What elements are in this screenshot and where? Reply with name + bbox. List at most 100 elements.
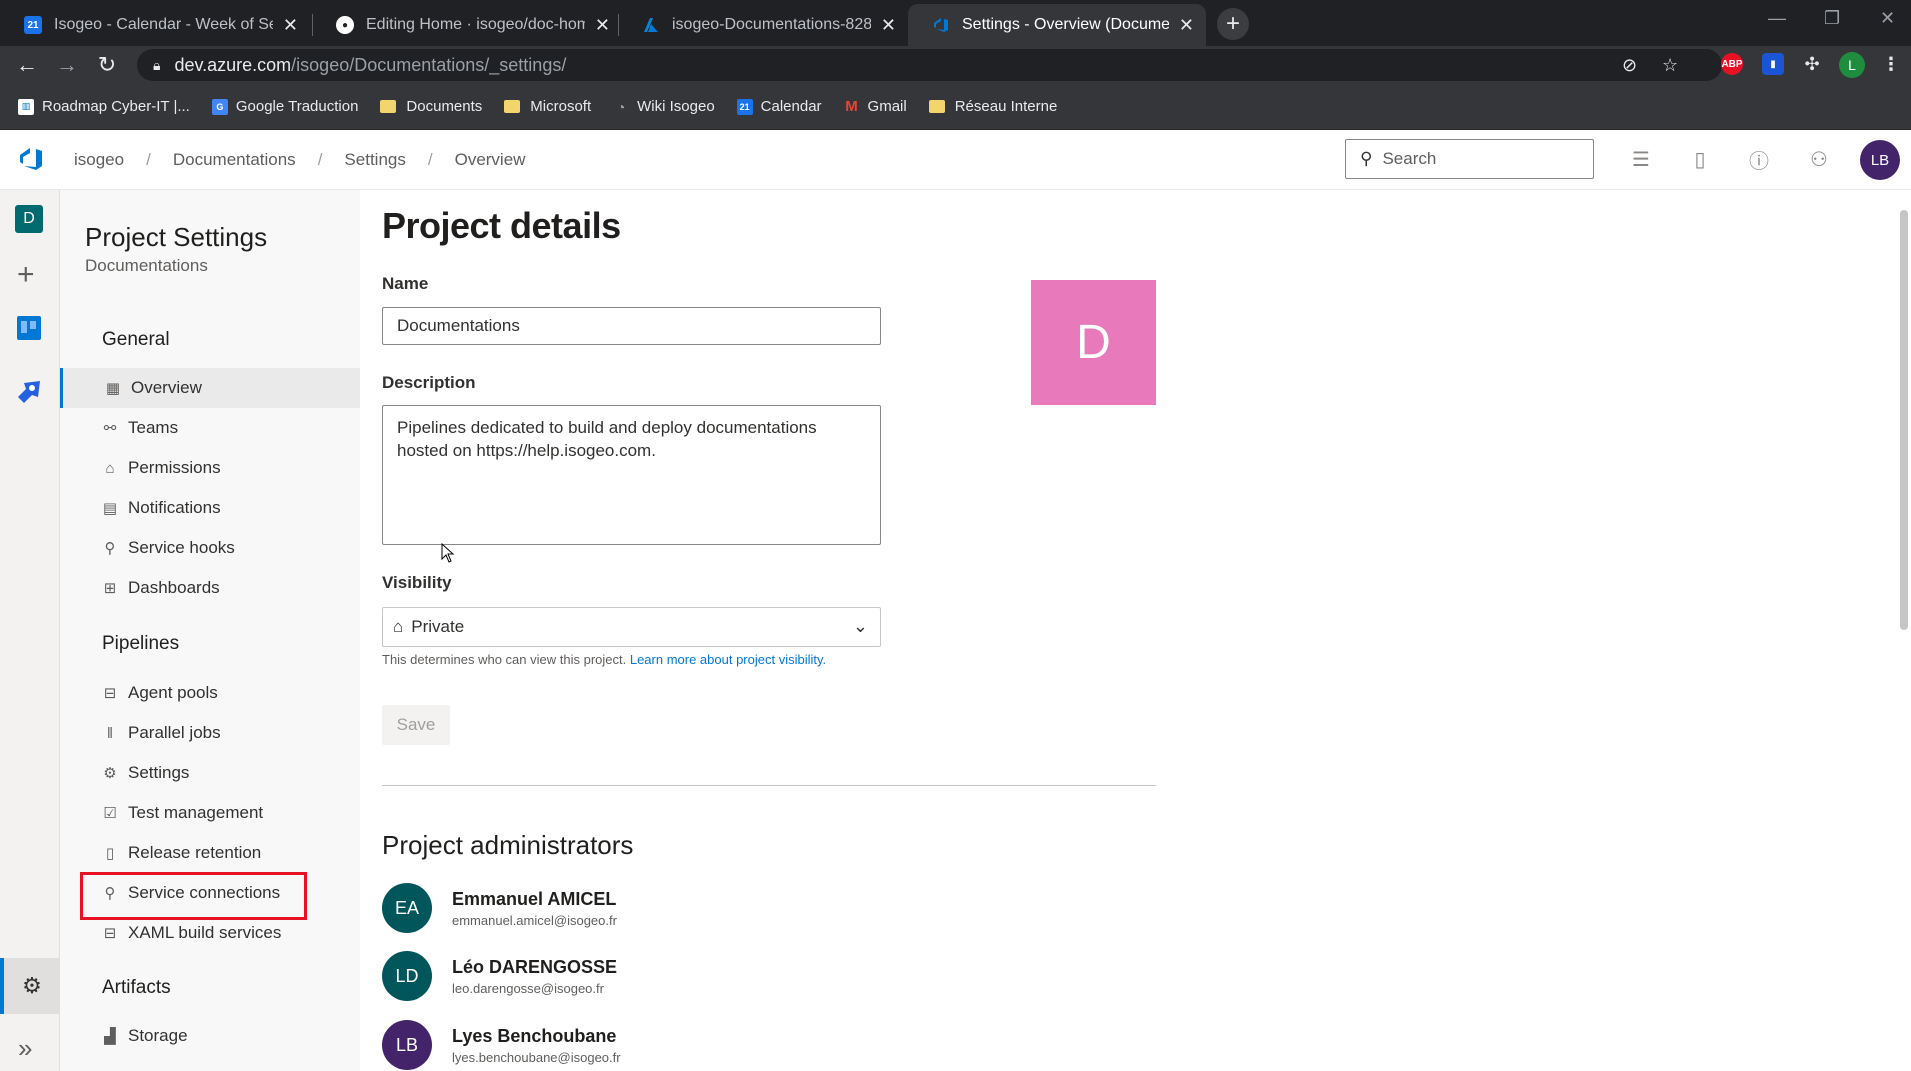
bookmark[interactable]: ◔ Wiki Isogeo [613,98,715,115]
nav-item-permissions[interactable]: ⌂ Permissions [102,448,360,488]
nav-item-agent-pools[interactable]: ⊟ Agent pools [102,673,360,713]
breadcrumb-project[interactable]: Documentations [173,150,296,170]
nav-item-test-management[interactable]: ☑ Test management [102,793,360,833]
extensions-icon[interactable]: ✣ [1801,53,1823,75]
reload-icon[interactable]: ↻ [92,50,122,80]
close-icon[interactable]: ✕ [595,15,610,36]
description-label: Description [382,373,476,392]
build-services-icon: ⊟ [103,925,117,942]
mouse-cursor-icon [441,543,455,563]
user-avatar[interactable]: LB [1860,140,1900,180]
help-icon[interactable]: ⓘ [1746,146,1772,173]
settings-nav: Project Settings Documentations General … [60,190,360,1071]
star-icon[interactable]: ☆ [1662,49,1678,81]
adblock-icon[interactable]: ABP [1721,53,1743,75]
expand-icon[interactable]: » [18,1033,32,1064]
bitwarden-icon[interactable]: ▮ [1762,53,1784,75]
forward-icon[interactable]: → [52,50,82,80]
project-avatar[interactable]: D [15,205,43,233]
browser-tab[interactable]: 21 Isogeo - Calendar - Week of Sep ✕ [0,4,310,46]
new-tab-button[interactable]: + [1217,8,1249,40]
bookmark[interactable]: ▥ Roadmap Cyber-IT |... [18,98,190,115]
lock-icon[interactable]: 🔒︎ [153,57,160,74]
parallel-jobs-icon: ‖ [106,724,114,742]
description-field[interactable]: Pipelines dedicated to build and deploy … [382,405,881,545]
nav-item-service-hooks[interactable]: ⚲ Service hooks [102,528,360,568]
admin-item[interactable]: EA Emmanuel AMICEL emmanuel.amicel@isogeo… [382,882,617,934]
azure-devops-logo-icon[interactable] [17,145,45,173]
browser-tab[interactable]: isogeo-Documentations-828856 ✕ [618,4,908,46]
name-field[interactable]: Documentations [382,307,881,345]
agent-pools-icon: ⊟ [103,685,117,702]
trello-icon: ▥ [18,98,34,115]
plug-icon: ⚲ [104,540,116,557]
address-bar[interactable]: 🔒︎ dev.azure.com/isogeo/Documentations/_… [137,49,1722,81]
boards-icon[interactable] [14,313,44,343]
bookmark[interactable]: 21 Calendar [736,98,822,115]
minimize-icon[interactable]: — [1768,8,1786,29]
browser-tab[interactable]: ● Editing Home · isogeo/doc-home ✕ [312,4,622,46]
github-icon: ● [336,16,354,34]
main-content: Project details Name Documentations Desc… [360,190,1896,1071]
project-tile[interactable]: D [1031,280,1156,405]
project-settings-gear-icon[interactable]: ⚙ [0,958,60,1014]
task-list-icon[interactable]: ☰ [1628,146,1654,172]
gear-icon: ⚙ [103,765,117,782]
nav-item-parallel-jobs[interactable]: ‖ Parallel jobs [102,713,360,753]
bookmark[interactable]: Microsoft [504,98,591,115]
bookmark[interactable]: G Google Traduction [211,98,358,115]
nav-item-notifications[interactable]: ▤ Notifications [102,488,360,528]
close-icon[interactable]: ✕ [1179,15,1194,36]
close-icon[interactable]: ✕ [283,15,298,36]
browser-tab-active[interactable]: Settings - Overview (Documentat ✕ [908,4,1206,46]
name-label: Name [382,274,429,293]
overview-icon: ▦ [105,380,121,397]
admin-name: Emmanuel AMICEL [452,888,617,909]
nav-item-settings[interactable]: ⚙ Settings [102,753,360,793]
browser-toolbar: ← → ↻ 🔒︎ dev.azure.com/isogeo/Documentat… [0,46,1911,84]
nav-item-release-retention[interactable]: ▯ Release retention [102,833,360,873]
nav-item-storage[interactable]: ▟ Storage [102,1016,360,1056]
chevron-down-icon: ⌄ [852,616,868,636]
profile-avatar[interactable]: L [1839,52,1865,78]
pipelines-icon[interactable] [14,377,44,407]
divider [382,785,1156,786]
bookmark[interactable]: M Gmail [844,98,906,115]
bookmark[interactable]: Réseau Interne [928,98,1057,115]
nav-item-overview[interactable]: ▦ Overview [60,368,360,408]
breadcrumb-org[interactable]: isogeo [74,150,124,170]
folder-icon [504,100,521,113]
app-header: isogeo / Documentations / Settings / Ove… [0,130,1911,190]
bookmark[interactable]: Documents [380,98,482,115]
admin-item[interactable]: LD Léo DARENGOSSE leo.darengosse@isogeo.f… [382,950,617,1002]
settings-title: Project Settings [85,222,268,252]
add-icon[interactable]: + [17,260,35,290]
page-title: Project details [382,205,621,246]
folder-icon [928,100,945,113]
save-button[interactable]: Save [382,705,450,745]
eye-off-icon[interactable]: ⊘ [1622,49,1637,81]
storage-chart-icon: ▟ [104,1028,116,1045]
learn-more-link[interactable]: Learn more about project visibility. [630,652,826,667]
visibility-dropdown[interactable]: ⌂ Private ⌄ [382,607,881,647]
admin-name: Lyes Benchoubane [452,1025,617,1046]
marketplace-icon[interactable]: ▯ [1687,146,1713,172]
avatar: EA [382,883,432,933]
scrollbar[interactable] [1900,210,1908,630]
breadcrumb: isogeo / Documentations / Settings / Ove… [74,130,525,190]
window-close-icon[interactable]: ✕ [1880,8,1895,29]
azure-icon [642,16,660,34]
nav-item-dashboards[interactable]: ⊞ Dashboards [102,568,360,608]
close-icon[interactable]: ✕ [881,15,896,36]
menu-icon[interactable]: ⋮ [1880,53,1902,75]
azure-devops-icon [932,16,950,34]
back-icon[interactable]: ← [12,50,42,80]
search-input[interactable]: ⚲ Search [1345,139,1594,179]
nav-item-teams[interactable]: ⚯ Teams [102,408,360,448]
breadcrumb-overview[interactable]: Overview [455,150,526,170]
user-settings-icon[interactable]: ⚇ [1806,146,1832,172]
restore-icon[interactable]: ❐ [1824,8,1840,29]
admin-item[interactable]: LB Lyes Benchoubane lyes.benchoubane@isog… [382,1019,621,1071]
nav-group-artifacts: Artifacts [102,977,171,998]
breadcrumb-settings[interactable]: Settings [344,150,405,170]
